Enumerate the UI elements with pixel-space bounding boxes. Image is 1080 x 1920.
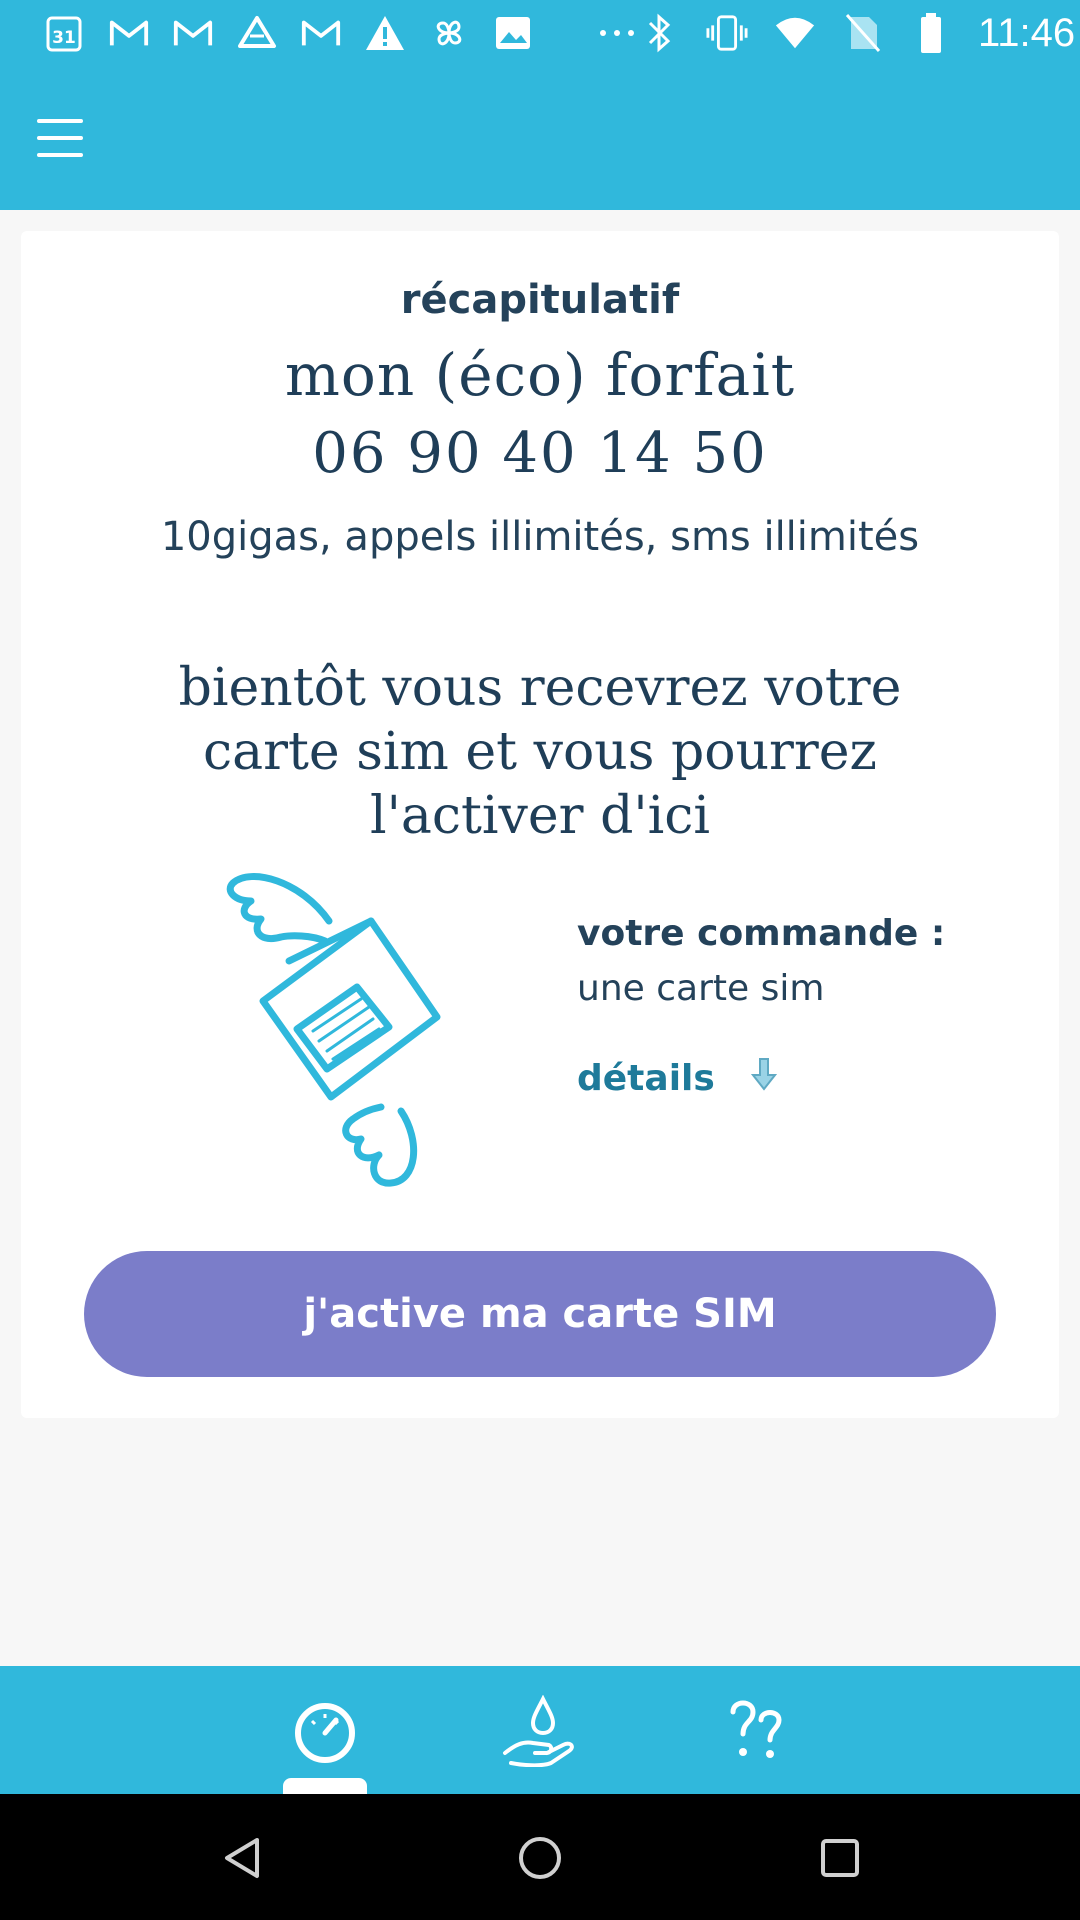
pinwheel-icon <box>428 12 470 54</box>
nav-hand-drop-tab[interactable] <box>494 1688 584 1778</box>
arrow-down-icon <box>750 1057 777 1100</box>
gmail-icon <box>108 12 150 54</box>
gmail-icon <box>300 12 342 54</box>
question-marks-icon <box>727 1696 787 1770</box>
vibrate-icon <box>706 12 748 54</box>
nav-help-tab[interactable] <box>712 1688 802 1778</box>
nav-speedometer-tab[interactable] <box>280 1688 370 1778</box>
system-navigation-bar <box>0 1794 1080 1920</box>
status-bar: 31 11:46 <box>0 0 1080 66</box>
sim-notice: bientôt vous recevrez votre carte sim et… <box>178 658 902 846</box>
details-link[interactable]: détails <box>577 1057 777 1100</box>
bluetooth-icon <box>638 12 680 54</box>
order-title: votre commande : <box>577 913 946 954</box>
summary-card: récapitulatif mon (éco) forfait 06 90 40… <box>21 231 1059 1418</box>
warning-icon <box>364 12 406 54</box>
phone-number: 06 90 40 14 50 <box>312 421 768 486</box>
notification-icons: 31 <box>44 12 638 54</box>
activate-sim-button[interactable]: j'active ma carte SIM <box>84 1251 996 1377</box>
speedometer-icon <box>292 1698 358 1768</box>
clock: 11:46 <box>978 10 1076 55</box>
app-bar <box>0 66 1080 210</box>
hamburger-menu-icon[interactable] <box>30 112 90 164</box>
flying-sim-card-illustration <box>221 861 481 1191</box>
bottom-navigation <box>0 1666 1080 1794</box>
wifi-icon <box>774 12 816 54</box>
image-icon <box>492 12 534 54</box>
details-label: détails <box>577 1058 715 1099</box>
svg-text:31: 31 <box>52 28 76 48</box>
summary-heading: récapitulatif <box>400 277 680 323</box>
battery-icon <box>910 12 952 54</box>
home-icon[interactable] <box>512 1830 568 1886</box>
active-tab-indicator <box>283 1778 367 1794</box>
gmail-icon <box>172 12 214 54</box>
hand-drop-icon <box>501 1694 577 1771</box>
back-icon[interactable] <box>214 1830 270 1886</box>
plan-features: 10gigas, appels illimités, sms illimités <box>160 514 920 560</box>
plan-name: mon (éco) forfait <box>284 341 796 409</box>
calendar-icon: 31 <box>44 12 86 54</box>
no-sim-icon <box>842 12 884 54</box>
order-summary: votre commande : une carte sim <box>577 913 945 1009</box>
more-icon <box>596 12 638 54</box>
recents-icon[interactable] <box>812 1830 868 1886</box>
drive-icon <box>236 12 278 54</box>
order-value: une carte sim <box>577 968 825 1009</box>
